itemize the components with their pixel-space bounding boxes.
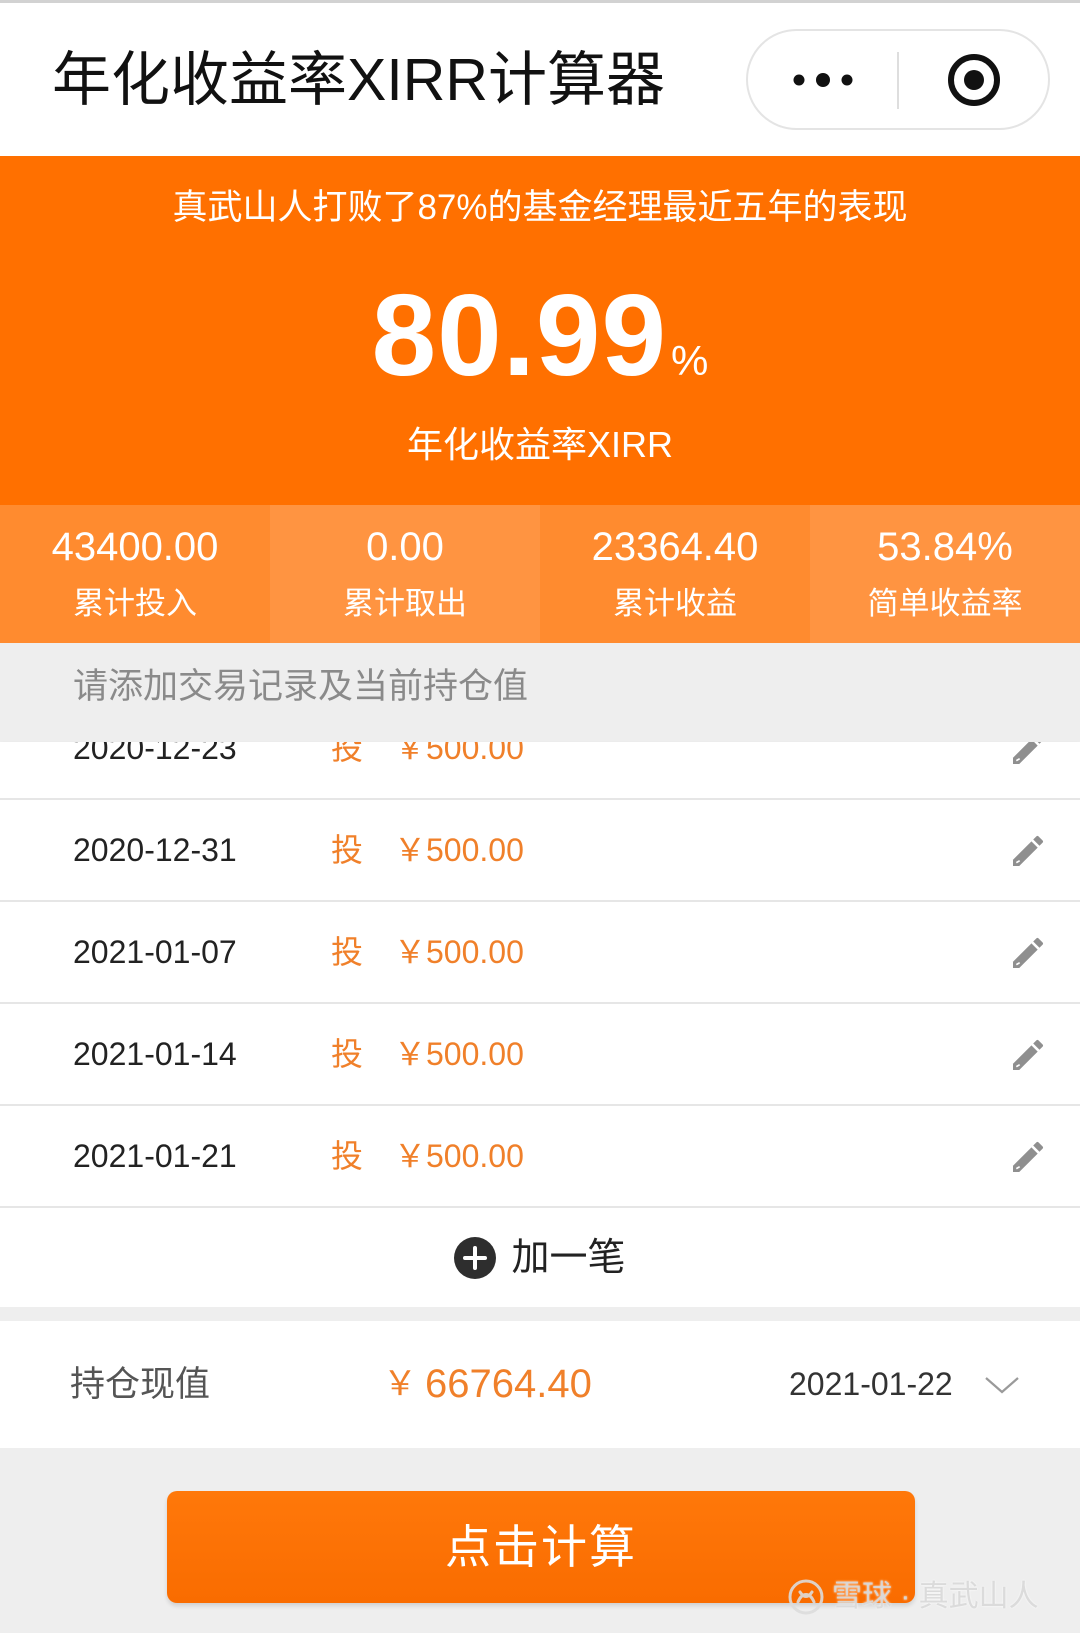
instruction-text: 请添加交易记录及当前持仓值 [73,667,529,706]
transaction-date: 2021-01-07 [73,934,237,970]
instruction-bar: 请添加交易记录及当前持仓值 [0,643,1080,742]
holding-value-row: 持仓现值 ￥ 66764.40 2021-01-22 [0,1321,1080,1448]
holding-value-input[interactable]: 66764.40 [425,1321,592,1448]
transaction-amount: ￥500.00 [394,742,524,766]
exit-button[interactable] [900,31,1048,128]
transaction-row[interactable]: 2020-12-31 投 ￥500.00 [0,800,1080,902]
xirr-value: 80.99 [371,270,667,400]
stat-label: 简单收益率 [867,586,1023,621]
xueqiu-logo-icon [786,1577,826,1617]
watermark: 雪球 · 真武山人 [786,1576,1039,1618]
transaction-amount: ￥500.00 [394,1036,524,1072]
stat-total-withdrawn: 0.00 累计取出 [270,505,540,643]
transaction-type: 投 [331,1036,364,1072]
transaction-type: 投 [331,1138,364,1174]
transaction-row[interactable]: 2021-01-21 投 ￥500.00 [0,1106,1080,1208]
xirr-label: 年化收益率XIRR [406,424,673,465]
transaction-type: 投 [331,742,364,766]
stat-label: 累计取出 [343,586,467,621]
watermark-text: 雪球 · 真武山人 [832,1580,1039,1613]
holding-label: 持仓现值 [70,1365,211,1404]
stat-value: 43400.00 [51,525,219,569]
xirr-result: 80.99% [0,277,1080,429]
transaction-amount: ￥500.00 [394,1138,524,1174]
stat-value: 0.00 [366,525,444,569]
transaction-type: 投 [331,832,364,868]
stat-total-profit: 23364.40 累计收益 [540,505,810,643]
capsule-divider [897,52,899,109]
transaction-amount: ￥500.00 [394,934,524,970]
stat-simple-return: 53.84% 简单收益率 [810,505,1080,643]
transaction-row[interactable]: 2020-12-23 投 ￥500.00 [0,742,1080,800]
stat-total-invested: 43400.00 累计投入 [0,505,270,643]
transaction-amount: ￥500.00 [394,832,524,868]
transaction-date: 2021-01-14 [73,1036,237,1072]
result-banner: 真武山人打败了87%的基金经理最近五年的表现 80.99% 年化收益率XIRR [0,156,1080,505]
add-record-button[interactable]: 加一笔 [0,1208,1080,1307]
summary-stats: 43400.00 累计投入 0.00 累计取出 23364.40 累计收益 53… [0,505,1080,643]
target-icon [948,53,1000,106]
pencil-icon[interactable] [1008,831,1048,871]
more-button[interactable] [748,31,898,128]
stat-value: 53.84% [877,525,1013,569]
page-title: 年化收益率XIRR计算器 [52,47,665,113]
add-record-label: 加一笔 [511,1236,626,1279]
xirr-unit: % [670,337,709,384]
chevron-down-icon[interactable] [984,1375,1020,1395]
ranking-headline: 真武山人打败了87%的基金经理最近五年的表现 [172,188,908,227]
pencil-icon[interactable] [1008,1137,1048,1177]
holding-date-picker[interactable]: 2021-01-22 [789,1321,953,1448]
pencil-icon[interactable] [1008,742,1048,769]
stat-label: 累计投入 [73,586,197,621]
transaction-date: 2020-12-31 [73,832,237,868]
pencil-icon[interactable] [1008,1035,1048,1075]
holding-currency: ￥ [383,1365,417,1403]
stat-label: 累计收益 [613,586,737,621]
more-dots-icon [793,72,853,87]
plus-circle-icon [454,1236,497,1279]
transaction-row[interactable]: 2021-01-07 投 ￥500.00 [0,902,1080,1004]
pencil-icon[interactable] [1008,933,1048,973]
mini-program-capsule [746,29,1050,130]
transaction-date: 2021-01-21 [73,1138,237,1174]
transaction-type: 投 [331,934,364,970]
navigation-bar: 年化收益率XIRR计算器 [0,3,1080,156]
transaction-row[interactable]: 2021-01-14 投 ￥500.00 [0,1004,1080,1106]
stat-value: 23364.40 [591,525,759,569]
transaction-list[interactable]: 2020-12-23 投 ￥500.00 2020-12-31 投 ￥500.0… [0,742,1080,1208]
transaction-date: 2020-12-23 [73,742,237,766]
